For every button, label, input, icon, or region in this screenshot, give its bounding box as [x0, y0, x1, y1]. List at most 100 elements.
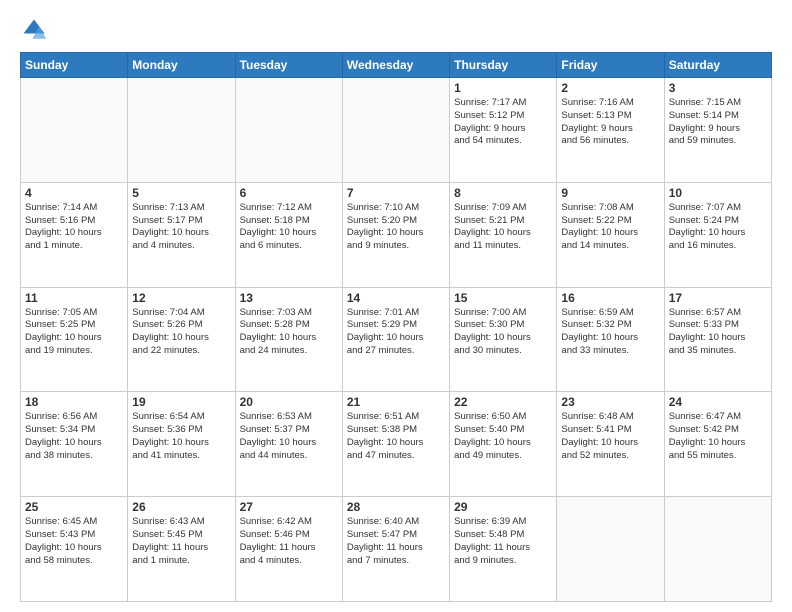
calendar-cell [21, 78, 128, 183]
calendar-cell: 11Sunrise: 7:05 AM Sunset: 5:25 PM Dayli… [21, 287, 128, 392]
day-info: Sunrise: 6:50 AM Sunset: 5:40 PM Dayligh… [454, 411, 552, 462]
calendar-cell [235, 78, 342, 183]
day-number: 6 [240, 186, 338, 200]
calendar-cell [128, 78, 235, 183]
calendar-cell [342, 78, 449, 183]
calendar-cell: 8 Sunrise: 7:09 AM Sunset: 5:21 PM Daylig… [450, 182, 557, 287]
calendar-cell: 20 Sunrise: 6:53 AM Sunset: 5:37 PM Dayli… [235, 392, 342, 497]
day-number: 10 [669, 186, 767, 200]
calendar-cell: 6 Sunrise: 7:12 AM Sunset: 5:18 PM Daylig… [235, 182, 342, 287]
day-info: Sunrise: 6:54 AM Sunset: 5:36 PM Dayligh… [132, 411, 230, 462]
day-number: 3 [669, 81, 767, 95]
day-number: 20 [240, 395, 338, 409]
day-number: 12 [132, 291, 230, 305]
calendar-cell: 29 Sunrise: 6:39 AM Sunset: 5:48 PM Dayli… [450, 497, 557, 602]
day-number: 18 [25, 395, 123, 409]
day-info: Sunrise: 6:40 AM Sunset: 5:47 PM Dayligh… [347, 516, 445, 567]
header [20, 16, 772, 44]
day-info: Sunrise: 6:47 AM Sunset: 5:42 PM Dayligh… [669, 411, 767, 462]
calendar-cell: 25Sunrise: 6:45 AM Sunset: 5:43 PM Dayli… [21, 497, 128, 602]
calendar-cell: 22 Sunrise: 6:50 AM Sunset: 5:40 PM Dayli… [450, 392, 557, 497]
day-number: 14 [347, 291, 445, 305]
day-number: 16 [561, 291, 659, 305]
week-row-2: 11Sunrise: 7:05 AM Sunset: 5:25 PM Dayli… [21, 287, 772, 392]
day-info: Sunrise: 6:53 AM Sunset: 5:37 PM Dayligh… [240, 411, 338, 462]
week-row-0: 1 Sunrise: 7:17 AM Sunset: 5:12 PM Daylig… [21, 78, 772, 183]
day-info: Sunrise: 6:48 AM Sunset: 5:41 PM Dayligh… [561, 411, 659, 462]
calendar-cell: 1 Sunrise: 7:17 AM Sunset: 5:12 PM Daylig… [450, 78, 557, 183]
week-row-3: 18 Sunrise: 6:56 AM Sunset: 5:34 PM Dayli… [21, 392, 772, 497]
day-number: 22 [454, 395, 552, 409]
weekday-header-sunday: Sunday [21, 53, 128, 78]
day-info: Sunrise: 7:17 AM Sunset: 5:12 PM Dayligh… [454, 97, 552, 148]
day-number: 28 [347, 500, 445, 514]
day-number: 7 [347, 186, 445, 200]
day-number: 21 [347, 395, 445, 409]
calendar-cell: 15Sunrise: 7:00 AM Sunset: 5:30 PM Dayli… [450, 287, 557, 392]
day-info: Sunrise: 7:09 AM Sunset: 5:21 PM Dayligh… [454, 202, 552, 253]
day-number: 9 [561, 186, 659, 200]
calendar-cell: 17 Sunrise: 6:57 AM Sunset: 5:33 PM Dayli… [664, 287, 771, 392]
day-info: Sunrise: 7:03 AM Sunset: 5:28 PM Dayligh… [240, 307, 338, 358]
day-info: Sunrise: 7:05 AM Sunset: 5:25 PM Dayligh… [25, 307, 123, 358]
calendar-cell: 21 Sunrise: 6:51 AM Sunset: 5:38 PM Dayli… [342, 392, 449, 497]
logo [20, 16, 52, 44]
calendar-cell: 3 Sunrise: 7:15 AM Sunset: 5:14 PM Daylig… [664, 78, 771, 183]
calendar-cell: 24 Sunrise: 6:47 AM Sunset: 5:42 PM Dayli… [664, 392, 771, 497]
day-info: Sunrise: 7:12 AM Sunset: 5:18 PM Dayligh… [240, 202, 338, 253]
calendar-cell: 16 Sunrise: 6:59 AM Sunset: 5:32 PM Dayli… [557, 287, 664, 392]
calendar-cell: 26 Sunrise: 6:43 AM Sunset: 5:45 PM Dayli… [128, 497, 235, 602]
day-number: 2 [561, 81, 659, 95]
weekday-header-wednesday: Wednesday [342, 53, 449, 78]
calendar-cell: 18 Sunrise: 6:56 AM Sunset: 5:34 PM Dayli… [21, 392, 128, 497]
day-info: Sunrise: 7:04 AM Sunset: 5:26 PM Dayligh… [132, 307, 230, 358]
calendar-cell: 2 Sunrise: 7:16 AM Sunset: 5:13 PM Daylig… [557, 78, 664, 183]
calendar-cell: 10 Sunrise: 7:07 AM Sunset: 5:24 PM Dayli… [664, 182, 771, 287]
calendar-cell: 28 Sunrise: 6:40 AM Sunset: 5:47 PM Dayli… [342, 497, 449, 602]
calendar-table: SundayMondayTuesdayWednesdayThursdayFrid… [20, 52, 772, 602]
day-info: Sunrise: 7:07 AM Sunset: 5:24 PM Dayligh… [669, 202, 767, 253]
day-info: Sunrise: 6:56 AM Sunset: 5:34 PM Dayligh… [25, 411, 123, 462]
day-info: Sunrise: 6:39 AM Sunset: 5:48 PM Dayligh… [454, 516, 552, 567]
logo-icon [20, 16, 48, 44]
calendar-cell [664, 497, 771, 602]
calendar-cell: 9 Sunrise: 7:08 AM Sunset: 5:22 PM Daylig… [557, 182, 664, 287]
calendar-cell: 27Sunrise: 6:42 AM Sunset: 5:46 PM Dayli… [235, 497, 342, 602]
calendar-cell: 19 Sunrise: 6:54 AM Sunset: 5:36 PM Dayli… [128, 392, 235, 497]
day-info: Sunrise: 7:15 AM Sunset: 5:14 PM Dayligh… [669, 97, 767, 148]
day-info: Sunrise: 7:14 AM Sunset: 5:16 PM Dayligh… [25, 202, 123, 253]
day-info: Sunrise: 7:16 AM Sunset: 5:13 PM Dayligh… [561, 97, 659, 148]
day-number: 24 [669, 395, 767, 409]
day-info: Sunrise: 7:00 AM Sunset: 5:30 PM Dayligh… [454, 307, 552, 358]
day-info: Sunrise: 7:08 AM Sunset: 5:22 PM Dayligh… [561, 202, 659, 253]
day-info: Sunrise: 6:59 AM Sunset: 5:32 PM Dayligh… [561, 307, 659, 358]
weekday-header-row: SundayMondayTuesdayWednesdayThursdayFrid… [21, 53, 772, 78]
day-number: 27 [240, 500, 338, 514]
day-number: 4 [25, 186, 123, 200]
weekday-header-tuesday: Tuesday [235, 53, 342, 78]
day-number: 19 [132, 395, 230, 409]
day-info: Sunrise: 6:57 AM Sunset: 5:33 PM Dayligh… [669, 307, 767, 358]
day-info: Sunrise: 6:43 AM Sunset: 5:45 PM Dayligh… [132, 516, 230, 567]
day-info: Sunrise: 7:13 AM Sunset: 5:17 PM Dayligh… [132, 202, 230, 253]
calendar-cell: 4 Sunrise: 7:14 AM Sunset: 5:16 PM Daylig… [21, 182, 128, 287]
day-number: 29 [454, 500, 552, 514]
week-row-1: 4 Sunrise: 7:14 AM Sunset: 5:16 PM Daylig… [21, 182, 772, 287]
calendar-cell: 13 Sunrise: 7:03 AM Sunset: 5:28 PM Dayli… [235, 287, 342, 392]
day-number: 26 [132, 500, 230, 514]
day-number: 1 [454, 81, 552, 95]
day-info: Sunrise: 6:51 AM Sunset: 5:38 PM Dayligh… [347, 411, 445, 462]
calendar-cell: 5 Sunrise: 7:13 AM Sunset: 5:17 PM Daylig… [128, 182, 235, 287]
calendar-cell: 14Sunrise: 7:01 AM Sunset: 5:29 PM Dayli… [342, 287, 449, 392]
day-number: 8 [454, 186, 552, 200]
weekday-header-thursday: Thursday [450, 53, 557, 78]
day-info: Sunrise: 7:10 AM Sunset: 5:20 PM Dayligh… [347, 202, 445, 253]
day-number: 13 [240, 291, 338, 305]
calendar-cell: 12 Sunrise: 7:04 AM Sunset: 5:26 PM Dayli… [128, 287, 235, 392]
week-row-4: 25Sunrise: 6:45 AM Sunset: 5:43 PM Dayli… [21, 497, 772, 602]
page: SundayMondayTuesdayWednesdayThursdayFrid… [0, 0, 792, 612]
day-number: 17 [669, 291, 767, 305]
calendar-cell: 23Sunrise: 6:48 AM Sunset: 5:41 PM Dayli… [557, 392, 664, 497]
day-number: 5 [132, 186, 230, 200]
weekday-header-saturday: Saturday [664, 53, 771, 78]
